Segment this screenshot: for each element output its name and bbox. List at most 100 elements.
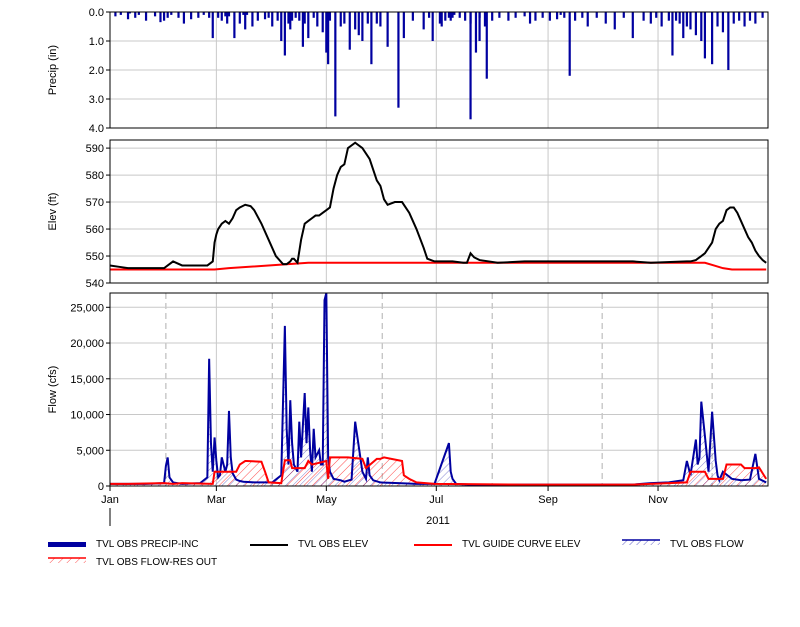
precip-bar: [674, 12, 678, 21]
legend-label: TVL OBS FLOW: [670, 539, 744, 550]
precip-bar: [649, 12, 652, 24]
precip-bar: [312, 12, 315, 18]
precip-bar: [153, 12, 157, 17]
axis-label-year: 2011: [426, 515, 450, 527]
tick-label-x: Mar: [207, 494, 226, 506]
precip-bar: [303, 12, 306, 24]
precip-bar: [667, 12, 670, 21]
tick-label-x: May: [316, 494, 337, 506]
precip-bar: [233, 12, 236, 39]
precip-bar: [595, 12, 598, 18]
precip-bar: [754, 12, 757, 24]
precip-bar: [613, 12, 616, 30]
legend-swatch-elev: [250, 544, 288, 546]
precip-bar: [586, 12, 589, 27]
precip-bar: [159, 12, 162, 23]
axis-label-y: Precip (in): [47, 45, 59, 95]
precip-bar: [227, 12, 231, 17]
tick-label-y: 540: [86, 278, 104, 290]
tick-label-x: Nov: [648, 494, 668, 506]
precip-bar: [721, 12, 725, 33]
precip-bar: [348, 12, 351, 50]
precip-bar: [283, 12, 286, 56]
precip-bar: [581, 12, 584, 18]
precip-bar: [555, 12, 559, 20]
axis-label-y: Flow (cfs): [47, 366, 59, 414]
precip-bar: [307, 12, 310, 39]
precip-bar: [397, 12, 400, 108]
tick-label-y: 5,000: [76, 445, 104, 457]
tick-label-y: 3.0: [89, 94, 104, 106]
precip-bar: [682, 12, 685, 39]
precip-bar: [217, 12, 220, 18]
precip-bar: [379, 12, 382, 27]
precip-bar: [190, 12, 193, 20]
precip-bar: [622, 12, 625, 18]
precip-bar: [478, 12, 481, 41]
x-axis: Jan Mar May Jul Sep Nov 2011: [101, 486, 668, 527]
precip-bar: [267, 12, 270, 18]
precip-bar: [732, 12, 735, 24]
precip-bar: [280, 12, 283, 41]
tick-label-y: 590: [86, 143, 104, 155]
legend-swatch-res-out: [48, 557, 86, 563]
precip-bar: [440, 12, 443, 27]
chart-panels: 0.0 1.0 2.0 3.0 4.0 Precip (in) 540 550 560 570 58…: [47, 7, 769, 527]
precip-bar: [507, 12, 510, 21]
precip-bar: [294, 12, 297, 18]
precip-bar: [523, 12, 526, 17]
legend-label: TVL OBS ELEV: [298, 539, 369, 550]
precip-bar: [375, 12, 378, 24]
precip-bar: [134, 12, 137, 18]
tick-label-y: 4.0: [89, 123, 104, 135]
precip-bar: [703, 12, 707, 59]
precip-bar: [604, 12, 607, 24]
precip-bar: [671, 12, 674, 56]
chart-canvas: 0.0 1.0 2.0 3.0 4.0 Precip (in) 540 550 560 570 58…: [47, 7, 769, 527]
precip-bar: [689, 12, 692, 30]
precip-bar: [328, 12, 332, 21]
precip-bar: [357, 12, 360, 36]
legend-label: TVL GUIDE CURVE ELEV: [462, 539, 581, 550]
precip-bar: [366, 12, 369, 24]
precip-bar: [361, 12, 364, 41]
precip-bar: [541, 12, 544, 18]
legend-swatch-precip: [48, 542, 86, 547]
tick-label-y: 550: [86, 251, 104, 263]
precip-bar: [660, 12, 663, 27]
precip-bar: [427, 12, 431, 18]
precip-bar: [678, 12, 681, 24]
precip-bar: [238, 12, 241, 24]
precip-bar: [514, 12, 517, 18]
tick-label-y: 20,000: [70, 338, 104, 350]
precip-bar: [402, 12, 405, 39]
precip-bar: [528, 12, 532, 24]
precip-bar: [738, 12, 741, 21]
precip-bar: [251, 12, 254, 27]
precip-bar: [386, 12, 389, 47]
precip-bar: [642, 12, 645, 21]
precip-bar: [114, 12, 117, 17]
precip-bar: [464, 12, 467, 21]
precip-bar: [685, 12, 688, 27]
tick-label-x: Jul: [429, 494, 443, 506]
precip-bar: [271, 12, 274, 27]
precip-bar: [144, 12, 148, 21]
precip-bar: [655, 12, 658, 18]
tick-label-y: 15,000: [70, 374, 104, 386]
tick-label-y: 1.0: [89, 36, 104, 48]
precip-bar: [711, 12, 714, 65]
precip-bar: [182, 12, 186, 24]
precip-bar: [411, 12, 414, 21]
precip-bar: [321, 12, 324, 33]
axis-label-y: Elev (ft): [47, 193, 59, 231]
precip-bar: [474, 12, 478, 53]
precip-bar: [761, 12, 764, 18]
tick-label-x: Jan: [101, 494, 119, 506]
precip-bar: [354, 12, 357, 30]
tick-label-y: 0: [98, 481, 104, 493]
precip-bar: [290, 12, 294, 21]
precip-bar: [727, 12, 730, 70]
precip-bar: [444, 12, 447, 21]
precip-bar: [316, 12, 319, 27]
